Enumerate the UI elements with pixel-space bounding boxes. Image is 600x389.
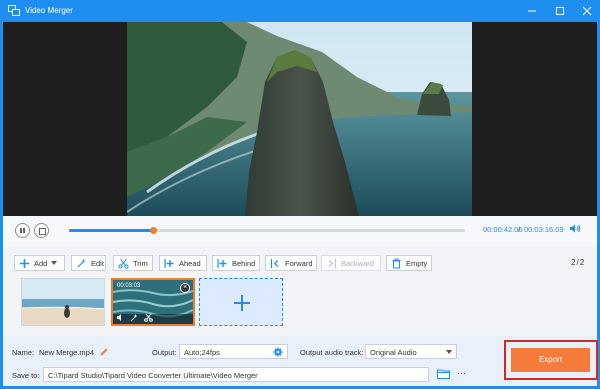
plus-icon — [20, 258, 29, 268]
clip-thumbnail-selected[interactable]: 00:03:03 × — [111, 278, 195, 326]
clip-tools — [117, 313, 153, 322]
window-title: Video Merger — [25, 6, 73, 15]
empty-button[interactable]: Empty — [386, 255, 432, 271]
trash-icon — [392, 258, 401, 268]
clip-thumbnail[interactable] — [21, 278, 105, 326]
trim-label: Trim — [133, 258, 148, 268]
export-button[interactable]: Export — [511, 348, 590, 372]
insert-ahead-icon — [164, 258, 174, 268]
insert-behind-icon — [217, 258, 227, 268]
backward-label: Backward — [341, 258, 374, 268]
scissors-icon — [118, 258, 129, 269]
output-label: Output: — [152, 348, 177, 357]
audio-track-select[interactable]: Original Audio — [365, 344, 457, 359]
gear-icon[interactable] — [273, 347, 283, 357]
clip-duration: 00:03:03 — [117, 283, 141, 289]
save-to-label: Save to: — [12, 371, 40, 380]
audio-track-value: Original Audio — [370, 348, 417, 357]
empty-label: Empty — [406, 258, 428, 268]
add-button[interactable]: Add — [14, 255, 65, 271]
title-bar: Video Merger — [0, 0, 600, 22]
close-icon[interactable]: × — [180, 283, 190, 293]
video-preview[interactable] — [127, 22, 472, 216]
app-icon — [8, 5, 20, 16]
stop-button[interactable] — [34, 223, 49, 238]
close-icon[interactable] — [580, 4, 594, 18]
maximize-icon[interactable] — [553, 4, 567, 18]
behind-button[interactable]: Behind — [212, 255, 260, 271]
edit-label: Edit — [91, 258, 104, 268]
backward-button[interactable]: Backward — [321, 255, 381, 271]
ahead-label: Ahead — [179, 258, 201, 268]
time-separator: / — [518, 225, 521, 234]
audio-track-label: Output audio track: — [300, 348, 364, 357]
magic-wand-icon — [77, 258, 86, 267]
minimize-icon[interactable] — [525, 4, 539, 18]
clip-strip: 00:03:03 × — [3, 276, 597, 336]
forward-icon — [270, 258, 279, 268]
pause-button[interactable] — [15, 223, 30, 238]
edit-button[interactable]: Edit — [71, 255, 106, 271]
chevron-down-icon — [51, 261, 58, 265]
progress-fill — [69, 229, 154, 232]
page-total: 2 — [579, 258, 585, 267]
volume-icon[interactable] — [570, 224, 581, 233]
total-time: 00:03:16.09 — [524, 225, 564, 234]
page-separator: / — [576, 258, 579, 267]
forward-label: Forward — [285, 258, 313, 268]
save-path-field[interactable]: C:\Tipard Studio\Tipard Video Converter … — [43, 367, 466, 382]
current-time: 00:00:42.06 — [483, 225, 523, 234]
name-label: Name: — [12, 348, 35, 357]
edit-name-icon[interactable] — [99, 347, 109, 357]
output-format-field[interactable]: Auto;24fps — [179, 344, 288, 359]
folder-icon[interactable] — [437, 369, 450, 379]
progress-handle[interactable] — [150, 227, 158, 234]
video-frame-image — [127, 22, 472, 216]
save-path-value: C:\Tipard Studio\Tipard Video Converter … — [48, 371, 258, 380]
page-counter: 2/2 — [571, 258, 584, 267]
file-name-value: New Merge.mp4 — [39, 348, 95, 357]
trim-button[interactable]: Trim — [113, 255, 153, 271]
add-clip-button[interactable] — [199, 278, 283, 326]
behind-label: Behind — [232, 258, 256, 268]
toolbar: Add Edit Trim Ahead Behind Forward Backw… — [3, 246, 597, 276]
add-label: Add — [34, 258, 48, 268]
forward-button[interactable]: Forward — [265, 255, 317, 271]
browse-button[interactable]: ··· — [454, 369, 469, 380]
progress-track[interactable] — [69, 227, 465, 234]
beach-thumbnail-image — [22, 279, 104, 325]
page-current: 2 — [571, 258, 576, 267]
ahead-button[interactable]: Ahead — [159, 255, 207, 271]
chevron-down-icon — [446, 350, 452, 354]
output-format-value: Auto;24fps — [184, 348, 220, 357]
backward-icon — [328, 258, 337, 268]
